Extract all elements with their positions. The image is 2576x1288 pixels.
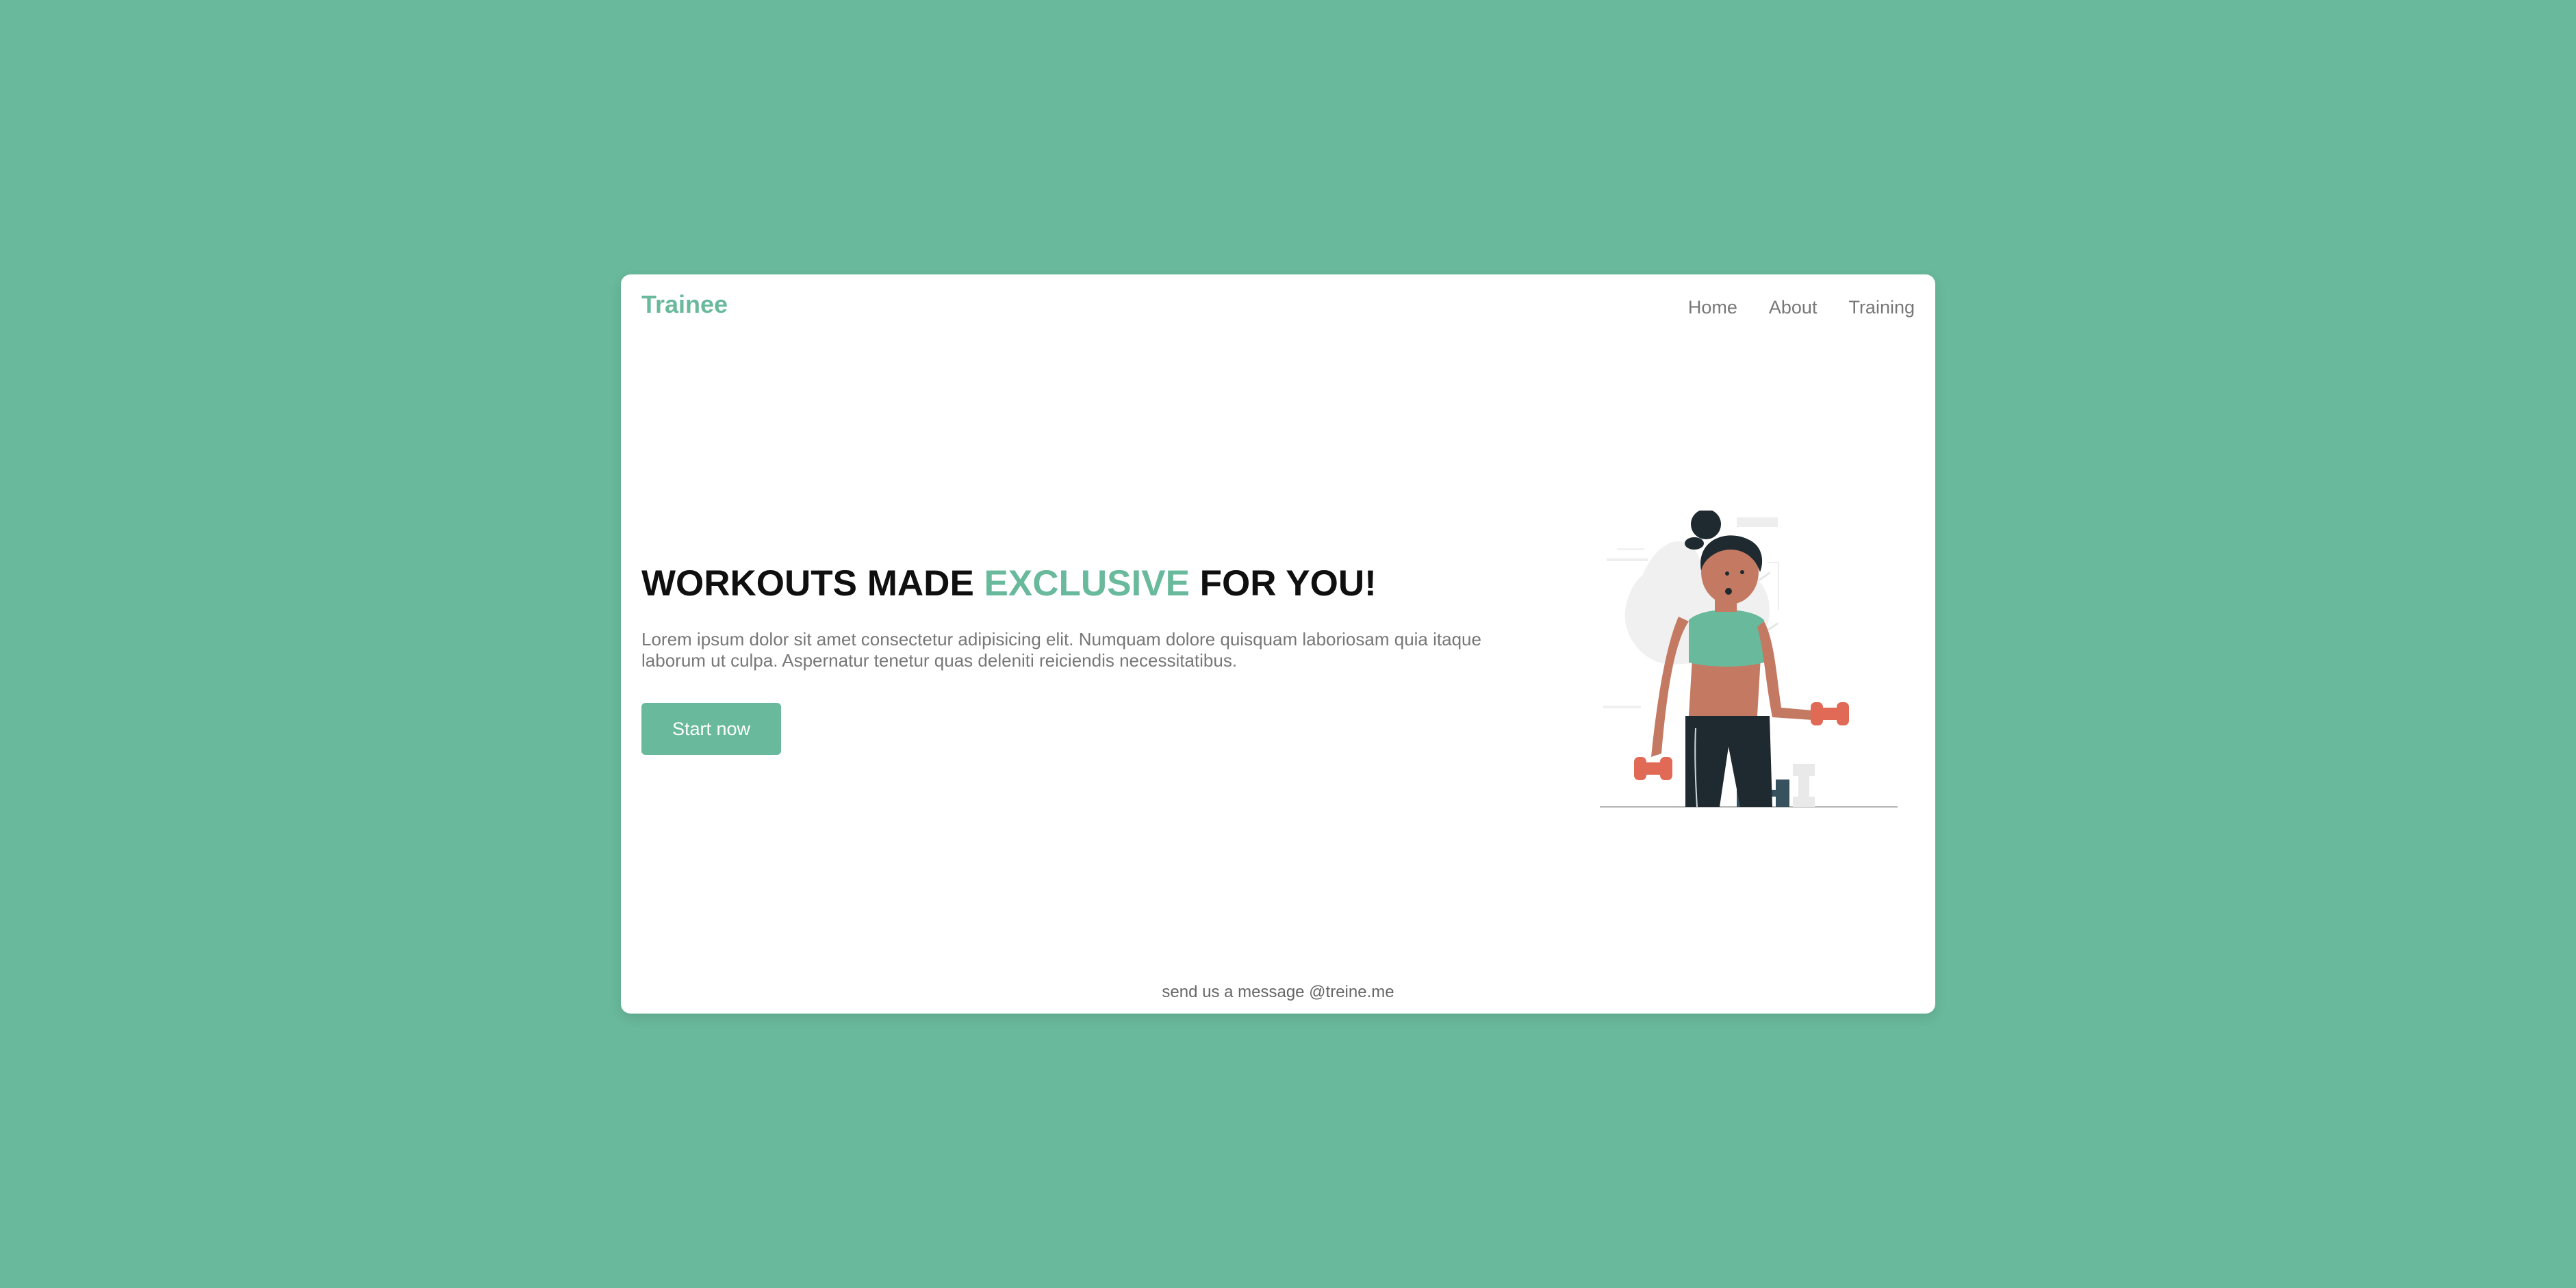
nav-item-about[interactable]: About [1769, 298, 1818, 317]
footer-contact-text: send us a message @treine.me [1162, 983, 1394, 1001]
hero-headline: WORKOUTS MADE EXCLUSIVE FOR YOU! [641, 565, 1377, 602]
headline-text-end: FOR YOU! [1189, 563, 1377, 604]
hero-description: Lorem ipsum dolor sit amet consectetur a… [641, 629, 1481, 671]
nav-item-home[interactable]: Home [1688, 298, 1737, 317]
main-nav: Home About Training [1688, 298, 1915, 317]
logo[interactable]: Trainee [641, 292, 728, 317]
nav-item-training[interactable]: Training [1848, 298, 1915, 317]
landing-card: Trainee Home About Training WORKOUTS MAD… [621, 274, 1935, 1014]
woman-lifting-dumbbells-illustration [1600, 511, 1898, 808]
start-now-button[interactable]: Start now [641, 703, 781, 755]
headline-accent-word: EXCLUSIVE [984, 563, 1190, 604]
headline-text-start: WORKOUTS MADE [641, 563, 984, 604]
